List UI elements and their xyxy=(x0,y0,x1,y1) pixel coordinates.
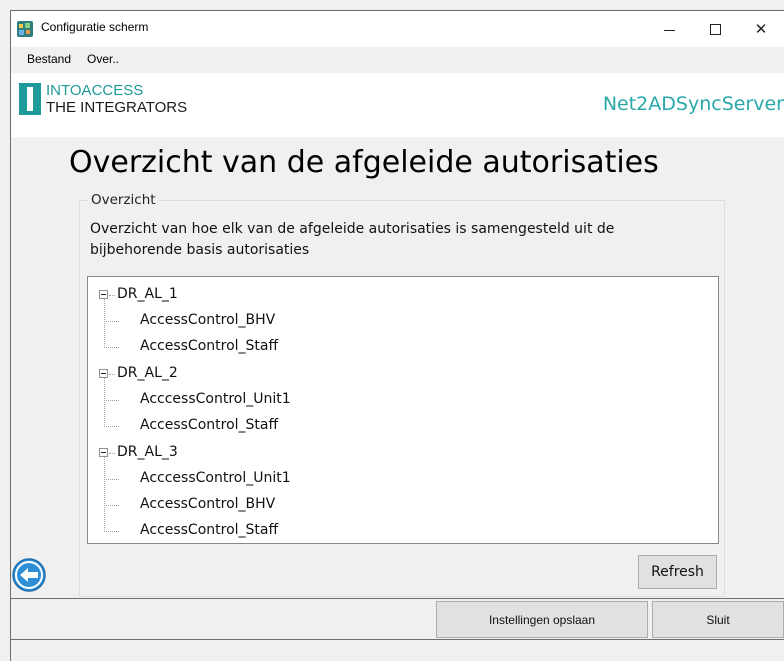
tree-node-child[interactable]: AccessControl_Staff xyxy=(140,337,278,355)
groupbox-legend: Overzicht xyxy=(88,192,159,208)
minimize-button[interactable] xyxy=(646,11,692,47)
back-button[interactable] xyxy=(11,557,47,593)
maximize-icon xyxy=(709,23,721,35)
minimize-icon xyxy=(663,29,675,31)
page-title: Overzicht van de afgeleide autorisaties xyxy=(69,145,659,180)
menu-bar: Bestand Over.. xyxy=(11,49,784,71)
header-banner: INTOACCESS THE INTEGRATORS Net2ADSyncSer… xyxy=(11,73,784,137)
overview-groupbox: Overzicht Overzicht van hoe elk van de a… xyxy=(79,192,725,597)
menu-bestand[interactable]: Bestand xyxy=(24,52,74,66)
app-name: Net2ADSyncServer xyxy=(602,93,784,115)
tree-node-child[interactable]: AccessControl_Staff xyxy=(140,416,278,434)
intoaccess-logo-icon xyxy=(19,83,41,115)
close-app-button[interactable]: Sluit xyxy=(652,601,784,638)
footer-bar: Instellingen opslaan Sluit xyxy=(11,598,784,640)
tree-node-child[interactable]: AcccessControl_Unit1 xyxy=(140,390,291,408)
tree-node-parent[interactable]: DR_AL_3 xyxy=(117,443,178,461)
tree-connector xyxy=(104,531,119,532)
collapse-toggle-icon[interactable] xyxy=(99,448,108,457)
menu-over[interactable]: Over.. xyxy=(84,52,122,66)
tree-node-child[interactable]: AccessControl_BHV xyxy=(140,311,275,329)
window-title: Configuratie scherm xyxy=(41,20,149,34)
close-button[interactable]: ✕ xyxy=(738,11,784,47)
app-window: Configuratie scherm ✕ Bestand Over.. INT… xyxy=(10,10,784,661)
collapse-toggle-icon[interactable] xyxy=(99,290,108,299)
app-icon xyxy=(17,21,33,37)
maximize-button[interactable] xyxy=(692,11,738,47)
tree-connector xyxy=(109,295,115,296)
close-icon: ✕ xyxy=(754,20,768,38)
tree-node-child[interactable]: AccessControl_BHV xyxy=(140,495,275,513)
save-settings-button[interactable]: Instellingen opslaan xyxy=(436,601,648,638)
tree-connector xyxy=(104,400,119,401)
back-arrow-icon xyxy=(12,558,46,592)
tree-connector xyxy=(104,426,119,427)
tree-connector xyxy=(109,374,115,375)
collapse-toggle-icon[interactable] xyxy=(99,369,108,378)
tree-connector xyxy=(104,321,119,322)
tree-node-child[interactable]: AcccessControl_Unit1 xyxy=(140,469,291,487)
tree-node-parent[interactable]: DR_AL_2 xyxy=(117,364,178,382)
tree-node-parent[interactable]: DR_AL_1 xyxy=(117,285,178,303)
tree-connector xyxy=(104,453,105,532)
tree-connector xyxy=(104,479,119,480)
logo-text-line1: INTOACCESS xyxy=(46,82,144,99)
authorization-tree[interactable]: DR_AL_1 AccessControl_BHV AccessControl_… xyxy=(87,276,719,544)
logo-text-line2: THE INTEGRATORS xyxy=(46,99,188,116)
overview-description: Overzicht van hoe elk van de afgeleide a… xyxy=(90,221,615,258)
title-bar[interactable]: Configuratie scherm ✕ xyxy=(11,11,784,47)
tree-node-child[interactable]: AccessControl_Staff xyxy=(140,521,278,539)
tree-connector xyxy=(104,347,119,348)
tree-connector xyxy=(109,453,115,454)
refresh-button[interactable]: Refresh xyxy=(638,555,717,589)
tree-connector xyxy=(104,505,119,506)
